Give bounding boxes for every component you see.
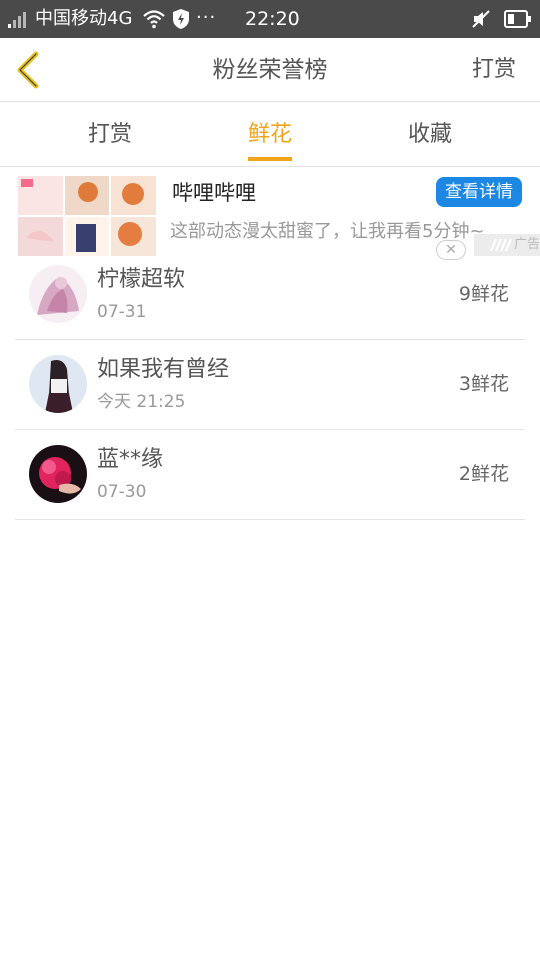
status-bar: 中国移动4G ··· 22:20 (0, 0, 540, 38)
wifi-icon (143, 10, 165, 29)
more-notifications-icon: ··· (196, 7, 217, 28)
flower-count: 2鲜花 (458, 463, 509, 485)
mute-icon (472, 10, 490, 28)
shield-icon (173, 9, 189, 29)
avatar[interactable] (29, 355, 87, 413)
tab-label: 打赏 (87, 122, 132, 147)
signal-icon (8, 10, 30, 28)
ad-title: 哔哩哔哩 (172, 181, 256, 205)
tab-flowers[interactable]: 鲜花 (180, 103, 360, 167)
avatar[interactable] (29, 265, 87, 323)
list-item[interactable]: 柠檬超软 07-31 9鲜花 (15, 250, 525, 340)
tab-bar: 打赏 鲜花 收藏 (0, 103, 540, 167)
flower-count: 9鲜花 (458, 283, 509, 305)
status-time: 22:20 (245, 8, 300, 30)
app-header: 粉丝荣誉榜 打赏 (0, 38, 540, 102)
page-title: 粉丝荣誉榜 (212, 57, 328, 83)
list-item[interactable]: 如果我有曾经 今天 21:25 3鲜花 (15, 340, 525, 430)
flower-count: 3鲜花 (458, 373, 509, 395)
tab-label: 收藏 (407, 122, 452, 147)
fan-name: 柠檬超软 (97, 267, 186, 292)
tab-tips[interactable]: 打赏 (20, 103, 200, 167)
ad-thumbnail[interactable] (18, 176, 156, 256)
fan-date: 07-30 (97, 482, 147, 502)
fan-date: 07-31 (97, 302, 147, 322)
fan-name: 如果我有曾经 (97, 357, 230, 382)
view-details-button[interactable]: 查看详情 (436, 177, 522, 207)
tip-button[interactable]: 打赏 (472, 54, 516, 86)
list-item[interactable]: 蓝**缘 07-30 2鲜花 (15, 430, 525, 520)
tab-favorites[interactable]: 收藏 (340, 103, 520, 167)
tab-label: 鲜花 (247, 119, 292, 161)
fan-name: 蓝**缘 (97, 447, 164, 472)
battery-icon (504, 10, 531, 28)
avatar[interactable] (29, 445, 87, 503)
fan-date: 今天 21:25 (97, 392, 186, 412)
fans-list: 柠檬超软 07-31 9鲜花 如果我有曾经 今天 21:25 3鲜花 蓝**缘 … (15, 250, 525, 520)
carrier-label: 中国移动4G (35, 8, 133, 29)
